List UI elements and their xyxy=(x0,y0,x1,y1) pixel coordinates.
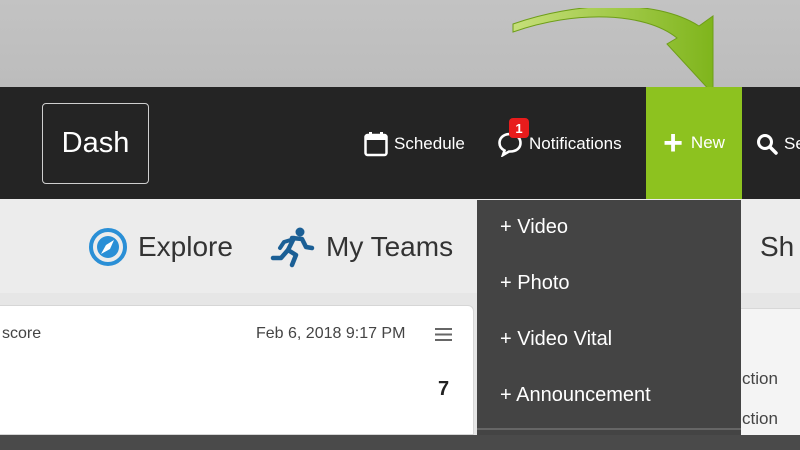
bottom-margin-band xyxy=(0,435,800,450)
menu-divider xyxy=(477,428,741,430)
nav-search-label: Se xyxy=(784,134,800,153)
new-button-label: New xyxy=(690,133,725,152)
menu-item-photo[interactable]: + Photo xyxy=(500,272,570,295)
nav-search[interactable]: Se xyxy=(756,120,800,168)
plus-icon: + xyxy=(663,124,683,162)
hamburger-menu-icon[interactable] xyxy=(435,328,452,341)
subnav-my-teams[interactable]: My Teams xyxy=(270,222,453,272)
compass-icon xyxy=(88,227,128,267)
calendar-icon xyxy=(364,131,388,157)
subnav-my-teams-label: My Teams xyxy=(326,231,454,262)
menu-item-video-vital[interactable]: + Video Vital xyxy=(500,328,612,351)
nav-schedule[interactable]: Schedule xyxy=(364,120,465,168)
search-icon xyxy=(756,133,778,155)
new-button[interactable]: + New xyxy=(646,87,742,199)
nav-schedule-label: Schedule xyxy=(394,134,465,153)
subnav-explore-label: Explore xyxy=(138,231,233,262)
menu-item-video[interactable]: + Video xyxy=(500,216,568,239)
subnav-more-label: Sh xyxy=(760,231,795,262)
right-panel-row[interactable]: ction xyxy=(742,409,778,429)
subnav-explore[interactable]: Explore xyxy=(88,222,233,272)
nav-notifications-label: Notifications xyxy=(529,134,622,153)
card-title: score xyxy=(2,325,42,342)
curved-arrow-icon xyxy=(512,8,714,96)
right-panel-row[interactable]: ction xyxy=(742,369,778,389)
notification-badge: 1 xyxy=(509,118,529,138)
menu-item-announcement[interactable]: + Announcement xyxy=(500,384,651,407)
runner-icon xyxy=(270,226,316,268)
subnav-more[interactable]: Sh xyxy=(760,222,794,272)
card-date: Feb 6, 2018 9:17 PM xyxy=(256,325,406,342)
card-count: 7 xyxy=(438,378,450,400)
app-logo[interactable]: Dash xyxy=(42,103,149,184)
